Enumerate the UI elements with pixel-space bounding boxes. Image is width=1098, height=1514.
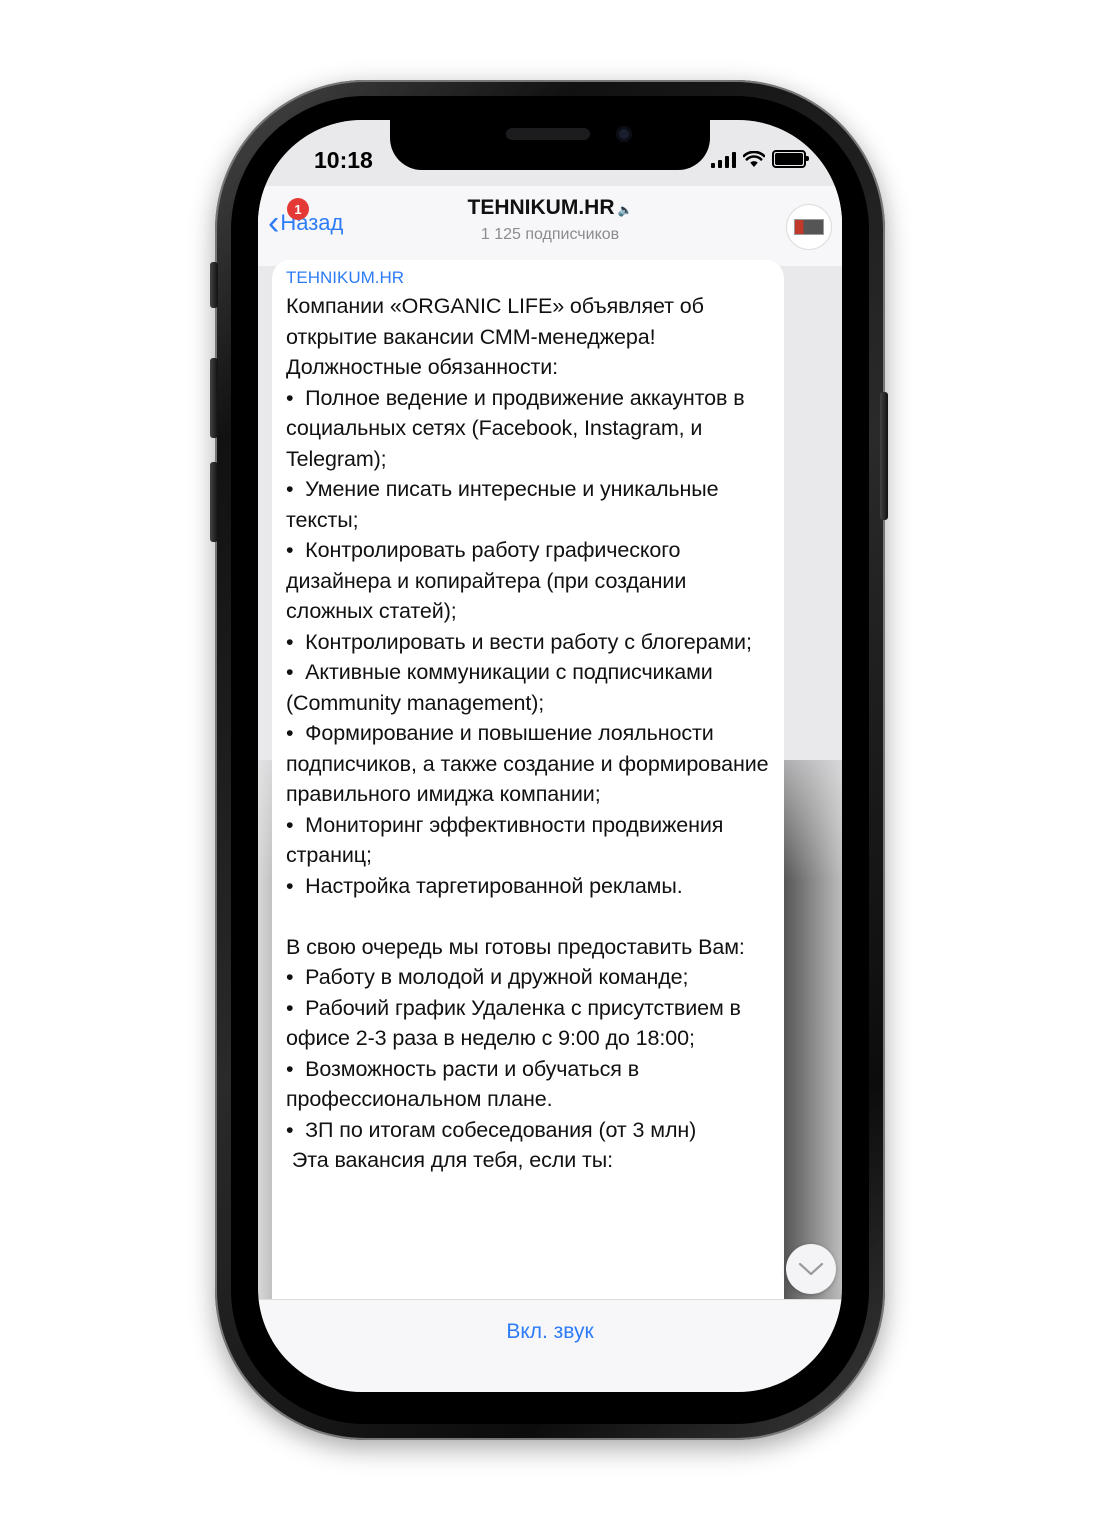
unmute-button[interactable]: Вкл. звук [258, 1320, 842, 1344]
scroll-down-button[interactable] [786, 1244, 836, 1294]
front-camera [616, 126, 632, 142]
message-bubble[interactable]: TEHNIKUM.HR Компании «ORGANIC LIFE» объя… [272, 260, 784, 1360]
channel-avatar-icon[interactable] [786, 204, 832, 250]
muted-speaker-icon: 🔈 [617, 203, 633, 217]
power-button [880, 392, 888, 520]
battery-icon [772, 150, 809, 168]
mute-switch [210, 262, 218, 308]
earpiece-speaker [506, 128, 590, 140]
bottom-bar: Вкл. звук [258, 1299, 842, 1392]
notch [390, 120, 710, 170]
status-icons [711, 150, 809, 168]
channel-name: TEHNIKUM.HR [467, 196, 615, 219]
channel-title[interactable]: TEHNIKUM.HR 🔈 [258, 196, 842, 220]
volume-down-button [210, 462, 218, 542]
volume-up-button [210, 358, 218, 438]
chevron-down-icon [798, 1262, 824, 1276]
avatar-logo [794, 219, 824, 235]
phone-screen: 10:18 ‹ Назад 1 TEHNIKUM.HR 🔈 1 125 подпи… [258, 120, 842, 1392]
wifi-icon [743, 151, 765, 167]
message-author[interactable]: TEHNIKUM.HR [286, 268, 772, 288]
signal-icon [711, 151, 736, 168]
chat-header: ‹ Назад 1 TEHNIKUM.HR 🔈 1 125 подписчиков [258, 186, 842, 266]
status-time: 10:18 [314, 147, 373, 173]
message-text: Компании «ORGANIC LIFE» объявляет об отк… [286, 294, 769, 1172]
subscriber-count: 1 125 подписчиков [480, 226, 620, 243]
